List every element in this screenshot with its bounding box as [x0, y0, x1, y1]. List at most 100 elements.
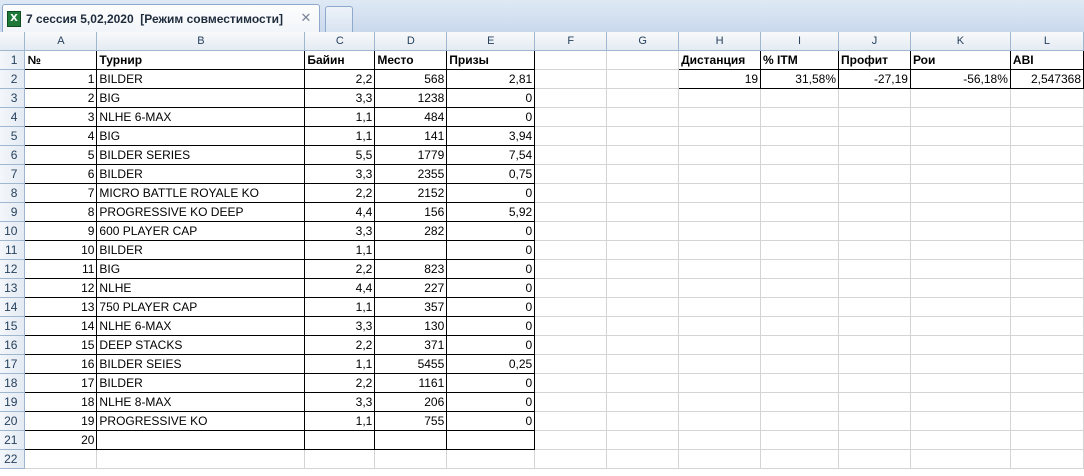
row-header[interactable]: 20 — [0, 411, 26, 431]
cell-k5[interactable] — [910, 126, 1011, 146]
cell-h14[interactable] — [678, 297, 762, 317]
cell-b6[interactable]: BILDER SERIES — [96, 145, 306, 165]
row-header[interactable]: 18 — [0, 373, 26, 393]
cell-e1[interactable]: Призы — [446, 50, 536, 70]
cell-e11[interactable]: 0 — [446, 240, 536, 260]
cell-e7[interactable]: 0,75 — [446, 164, 536, 184]
cell-e21[interactable] — [446, 430, 536, 450]
cell-d9[interactable]: 156 — [374, 202, 448, 222]
row-header[interactable]: 3 — [0, 88, 26, 108]
cell-b17[interactable]: BILDER SEIES — [96, 354, 306, 374]
cell-g11[interactable] — [606, 240, 680, 260]
cell-f9[interactable] — [534, 202, 608, 222]
row-header[interactable]: 17 — [0, 354, 26, 374]
cell-c18[interactable]: 2,2 — [304, 373, 376, 393]
cell-b13[interactable]: NLHE — [96, 278, 306, 298]
cell-e12[interactable]: 0 — [446, 259, 536, 279]
cell-d16[interactable]: 371 — [374, 335, 448, 355]
column-header-k[interactable]: K — [910, 32, 1011, 51]
cell-i17[interactable] — [760, 354, 839, 374]
cell-b21[interactable] — [96, 430, 306, 450]
cell-e15[interactable]: 0 — [446, 316, 536, 336]
column-header-e[interactable]: E — [446, 32, 536, 51]
cell-c21[interactable] — [304, 430, 376, 450]
cell-d6[interactable]: 1779 — [374, 145, 448, 165]
cell-a18[interactable]: 17 — [24, 373, 98, 393]
cell-b5[interactable]: BIG — [96, 126, 306, 146]
cell-f7[interactable] — [534, 164, 608, 184]
cell-i10[interactable] — [760, 221, 839, 241]
cell-l1[interactable]: ABI — [1010, 50, 1084, 70]
cell-k8[interactable] — [910, 183, 1011, 203]
cell-g22[interactable] — [606, 449, 680, 469]
cell-b9[interactable]: PROGRESSIVE KO DEEP — [96, 202, 306, 222]
cell-c9[interactable]: 4,4 — [304, 202, 376, 222]
cell-i14[interactable] — [760, 297, 839, 317]
row-header[interactable]: 16 — [0, 335, 26, 355]
cell-d22[interactable] — [374, 449, 448, 469]
cell-k10[interactable] — [910, 221, 1011, 241]
column-header-b[interactable]: B — [96, 32, 306, 51]
cell-j11[interactable] — [838, 240, 911, 260]
cell-e20[interactable]: 0 — [446, 411, 536, 431]
cell-g13[interactable] — [606, 278, 680, 298]
column-header-h[interactable]: H — [678, 32, 762, 51]
cell-j9[interactable] — [838, 202, 911, 222]
cell-e16[interactable]: 0 — [446, 335, 536, 355]
cell-c5[interactable]: 1,1 — [304, 126, 376, 146]
cell-i16[interactable] — [760, 335, 839, 355]
cell-k18[interactable] — [910, 373, 1011, 393]
cell-j4[interactable] — [838, 107, 911, 127]
column-header-i[interactable]: I — [760, 32, 839, 51]
row-header[interactable]: 8 — [0, 183, 26, 203]
cell-d8[interactable]: 2152 — [374, 183, 448, 203]
cell-c8[interactable]: 2,2 — [304, 183, 376, 203]
cell-h18[interactable] — [678, 373, 762, 393]
row-header[interactable]: 7 — [0, 164, 26, 184]
cell-f17[interactable] — [534, 354, 608, 374]
cell-l7[interactable] — [1010, 164, 1084, 184]
row-header[interactable]: 15 — [0, 316, 26, 336]
cell-j13[interactable] — [838, 278, 911, 298]
cell-b10[interactable]: 600 PLAYER CAP — [96, 221, 306, 241]
cell-h6[interactable] — [678, 145, 762, 165]
cell-a22[interactable] — [24, 449, 98, 469]
cell-k1[interactable]: Рои — [910, 50, 1011, 70]
cell-j14[interactable] — [838, 297, 911, 317]
cell-l10[interactable] — [1010, 221, 1084, 241]
cell-h7[interactable] — [678, 164, 762, 184]
cell-b1[interactable]: Турнир — [96, 50, 306, 70]
row-header[interactable]: 9 — [0, 202, 26, 222]
cell-d13[interactable]: 227 — [374, 278, 448, 298]
cell-f13[interactable] — [534, 278, 608, 298]
cell-b18[interactable]: BILDER — [96, 373, 306, 393]
cell-f2[interactable] — [534, 69, 608, 89]
cell-h21[interactable] — [678, 430, 762, 450]
cell-a10[interactable]: 9 — [24, 221, 98, 241]
cell-d2[interactable]: 568 — [374, 69, 448, 89]
cell-b7[interactable]: BILDER — [96, 164, 306, 184]
cell-j6[interactable] — [838, 145, 911, 165]
cell-j3[interactable] — [838, 88, 911, 108]
cell-l5[interactable] — [1010, 126, 1084, 146]
cell-h10[interactable] — [678, 221, 762, 241]
cell-k19[interactable] — [910, 392, 1011, 412]
cell-a7[interactable]: 6 — [24, 164, 98, 184]
cell-e8[interactable]: 0 — [446, 183, 536, 203]
cell-l17[interactable] — [1010, 354, 1084, 374]
cell-i21[interactable] — [760, 430, 839, 450]
cell-k7[interactable] — [910, 164, 1011, 184]
cell-l14[interactable] — [1010, 297, 1084, 317]
cell-j16[interactable] — [838, 335, 911, 355]
cell-i8[interactable] — [760, 183, 839, 203]
cell-e5[interactable]: 3,94 — [446, 126, 536, 146]
cell-j8[interactable] — [838, 183, 911, 203]
cell-g2[interactable] — [606, 69, 680, 89]
cell-k2[interactable]: -56,18% — [910, 69, 1011, 89]
row-header[interactable]: 6 — [0, 145, 26, 165]
row-header[interactable]: 12 — [0, 259, 26, 279]
cell-l18[interactable] — [1010, 373, 1084, 393]
cell-g6[interactable] — [606, 145, 680, 165]
column-header-d[interactable]: D — [374, 32, 448, 51]
cell-e18[interactable]: 0 — [446, 373, 536, 393]
